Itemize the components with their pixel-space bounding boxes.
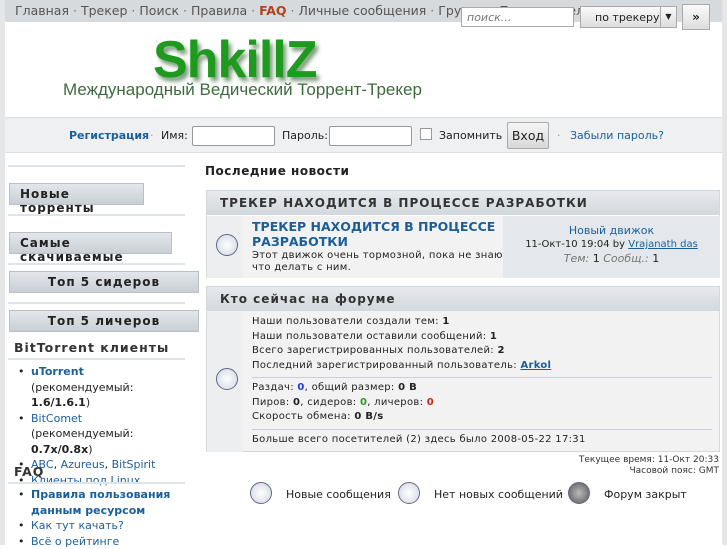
top-leechers-button[interactable]: Топ 5 личеров <box>9 310 199 332</box>
login-button[interactable]: Вход <box>507 122 549 149</box>
rec-label: (рекомендуемый: <box>31 427 134 440</box>
most-downloaded-button[interactable]: Самые скачиваемые <box>9 232 172 264</box>
timezone: Часовой пояс: GMT <box>629 466 719 476</box>
search-input[interactable] <box>461 7 574 27</box>
posts-stat-label: Наши пользователи оставили сообщений: <box>252 330 490 342</box>
last-user-label: Последний зарегистрированный пользовател… <box>252 359 521 371</box>
nav-home[interactable]: Главная <box>15 3 69 18</box>
stats-heading: Кто сейчас на форуме <box>207 287 719 311</box>
legend-new-posts: Новые сообщения <box>286 488 391 501</box>
news-description: Этот движок очень тормозной, пока не зна… <box>252 250 503 273</box>
rec-label: (рекомендуемый: <box>31 380 134 394</box>
topics-stat-value: 1 <box>442 316 450 327</box>
legend-no-new-posts: Нет новых сообщений <box>434 488 563 501</box>
last-post-date: 11-Окт-10 19:04 <box>525 239 610 250</box>
bitspirit-link[interactable]: BitSpirit <box>112 458 156 471</box>
news-category: ТРЕКЕР НАХОДИТСЯ В ПРОЦЕССЕ РАЗРАБОТКИ <box>207 191 719 215</box>
password-label: Пароль: <box>282 129 328 142</box>
new-posts-icon <box>250 482 272 504</box>
faq-heading: FAQ <box>14 464 45 479</box>
lock-icon <box>568 482 590 504</box>
users-stat-label: Всего зарегистрированных пользователей: <box>252 345 498 356</box>
name-label: Имя: <box>161 129 188 142</box>
chevron-down-icon: ▼ <box>660 7 676 27</box>
tagline: Международный Ведический Торрент-Трекер <box>63 80 422 99</box>
posts-stat-value: 1 <box>489 330 498 342</box>
login-bar: Регистрация · Имя: Пароль: Запомнить Вхо… <box>5 117 722 153</box>
remember-checkbox[interactable] <box>420 128 432 140</box>
clients-heading: BitTorrent клиенты <box>14 340 170 355</box>
utorrent-link[interactable]: uTorrent <box>31 365 84 378</box>
users-stat-value: 2 <box>497 345 505 356</box>
faq-list: Правила пользования данным ресурсом Как … <box>18 487 178 549</box>
name-field[interactable] <box>192 126 275 146</box>
faq-rating-link[interactable]: Всё о рейтинге <box>31 535 119 548</box>
visitor-record: Больше всего посетителей (2) здесь было … <box>252 433 586 445</box>
current-time: Текущее время: 11-Окт 20:33 <box>578 455 719 465</box>
remember-label: Запомнить <box>439 129 503 142</box>
linux-clients-link[interactable]: Клиенты под Linux <box>31 474 140 487</box>
no-new-posts-icon <box>398 482 420 504</box>
last-post-link[interactable]: Новый движок <box>503 224 720 238</box>
nav-messages[interactable]: Личные сообщения <box>299 3 427 18</box>
legend-forum-locked: Форум закрыт <box>604 488 687 501</box>
forum-read-icon <box>216 234 238 256</box>
faq-how-to-link[interactable]: Как тут качать? <box>31 519 124 532</box>
search-go-button[interactable]: » <box>682 4 710 30</box>
search-scope-value: по трекеру <box>595 11 660 24</box>
new-torrents-button[interactable]: Новые торренты <box>9 183 144 215</box>
last-user-link[interactable]: Arkol <box>520 360 551 371</box>
stats-icon <box>216 368 238 390</box>
stats-box: Кто сейчас на форуме Наши пользователи с… <box>206 286 720 452</box>
azureus-link[interactable]: Azureus <box>61 458 105 471</box>
author-link[interactable]: Vrajanath das <box>628 239 698 250</box>
by-label: by <box>612 239 626 250</box>
nav-search[interactable]: Поиск <box>139 3 179 18</box>
posts-count: 1 <box>652 252 660 265</box>
news-heading: Последние новости <box>205 164 350 178</box>
topics-stat-label: Наши пользователи создали тем: <box>252 316 443 327</box>
utorrent-version: 1.6/1.6.1 <box>31 396 86 409</box>
news-topic-link[interactable]: ТРЕКЕР НАХОДИТСЯ В ПРОЦЕССЕ РАЗРАБОТКИ <box>252 219 503 249</box>
news-box: ТРЕКЕР НАХОДИТСЯ В ПРОЦЕССЕ РАЗРАБОТКИ Т… <box>206 190 720 278</box>
nav-rules[interactable]: Правила <box>191 3 247 18</box>
nav-tracker[interactable]: Трекер <box>81 3 127 18</box>
posts-label: Сообщ.: <box>603 252 649 265</box>
password-field[interactable] <box>329 126 412 146</box>
topics-count: 1 <box>592 252 600 265</box>
bitcomet-version: 0.7x/0.8x <box>31 442 89 456</box>
speed-value: 0 B/s <box>354 411 384 422</box>
top-seeders-button[interactable]: Топ 5 сидеров <box>9 271 199 293</box>
faq-rules-link[interactable]: Правила пользования данным ресурсом <box>31 488 170 517</box>
forgot-password-link[interactable]: Забыли пароль? <box>570 129 664 142</box>
register-link[interactable]: Регистрация <box>69 129 149 142</box>
size-value: 0 B <box>398 382 418 393</box>
nav-faq[interactable]: FAQ <box>259 3 286 18</box>
topics-label: Тем: <box>563 252 590 265</box>
releases-value: 0 <box>297 382 305 393</box>
bitcomet-link[interactable]: BitComet <box>31 412 82 425</box>
leechers-value: 0 <box>426 396 434 408</box>
search-scope-select[interactable]: по трекеру ▼ <box>580 6 677 28</box>
